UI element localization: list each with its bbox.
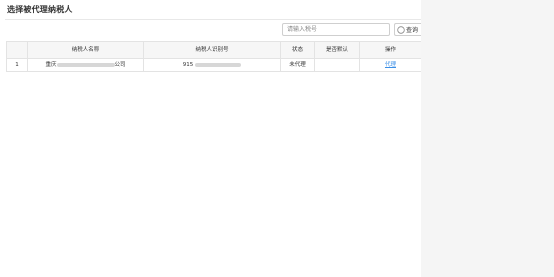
cell-taxpayer-name: 重庆 公司 xyxy=(27,58,144,72)
cell-action: 代理 xyxy=(359,58,422,72)
header-taxpayer-id: 纳税人识别号 xyxy=(143,41,281,59)
main-panel: 选择被代理纳税人 查询 纳税人名称 纳税人识别号 状态 是否默认 操作 xyxy=(0,0,422,277)
agent-link[interactable]: 代理 xyxy=(385,62,396,68)
cell-status: 未代理 xyxy=(280,58,315,72)
header-action: 操作 xyxy=(359,41,422,59)
title-divider xyxy=(5,19,421,20)
table-row: 1 重庆 公司 915 未代理 代理 xyxy=(6,58,422,72)
redacted-name xyxy=(56,62,115,67)
cell-taxpayer-id: 915 xyxy=(143,58,281,72)
taxpayer-table: 纳税人名称 纳税人识别号 状态 是否默认 操作 1 重庆 公司 915 未代理 代… xyxy=(6,41,422,72)
redacted-taxpayer-id xyxy=(195,62,242,67)
taxpayer-id-prefix: 915 xyxy=(182,62,194,68)
header-status: 状态 xyxy=(280,41,315,59)
query-button-label: 查询 xyxy=(406,27,419,34)
tax-id-search-input[interactable] xyxy=(282,23,390,36)
search-icon xyxy=(397,25,405,34)
table-header-row: 纳税人名称 纳税人识别号 状态 是否默认 操作 xyxy=(6,41,422,59)
cell-index: 1 xyxy=(6,58,28,72)
header-is-default: 是否默认 xyxy=(314,41,360,59)
right-gutter xyxy=(421,0,554,277)
header-taxpayer-name: 纳税人名称 xyxy=(27,41,144,59)
taxpayer-name-suffix: 公司 xyxy=(114,62,126,68)
cell-is-default xyxy=(314,58,360,72)
header-index xyxy=(6,41,28,59)
taxpayer-name-prefix: 重庆 xyxy=(45,62,57,68)
page-title: 选择被代理纳税人 xyxy=(7,5,73,14)
query-button[interactable]: 查询 xyxy=(394,23,421,36)
